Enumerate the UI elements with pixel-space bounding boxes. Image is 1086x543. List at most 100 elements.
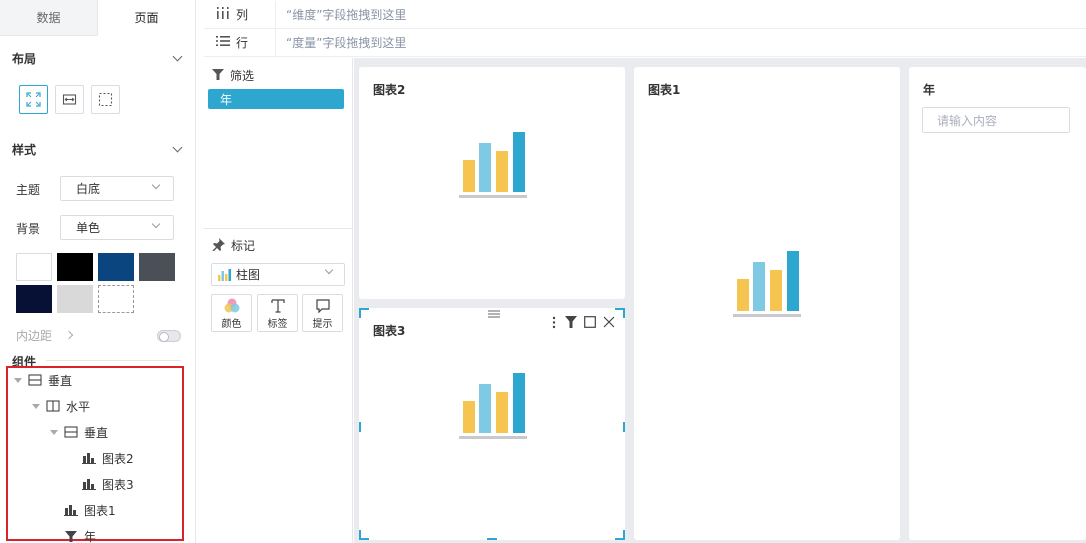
chart1-title: 图表1 bbox=[648, 83, 681, 97]
chart2-title: 图表2 bbox=[373, 83, 406, 97]
chart3-card[interactable]: 图表3 bbox=[359, 308, 625, 540]
rows-label: 行 bbox=[236, 36, 249, 50]
bar-chart-icon bbox=[82, 452, 96, 464]
background-label: 背景 bbox=[16, 222, 41, 236]
resize-handle[interactable] bbox=[623, 422, 625, 432]
columns-shelf[interactable]: 列 “维度”字段拖拽到这里 bbox=[204, 1, 1086, 29]
year-filter-input[interactable]: 请输入内容 bbox=[922, 107, 1070, 133]
swatch-black[interactable] bbox=[57, 253, 93, 281]
swatch-navy[interactable] bbox=[98, 253, 134, 281]
caret-down-icon[interactable] bbox=[14, 377, 22, 383]
layout-fit-width-button[interactable] bbox=[55, 85, 84, 114]
layout-fit-button[interactable] bbox=[19, 85, 48, 114]
left-panel: 数据 页面 布局 样式 主题 白底 背景 单色 内边距 组件 垂直 水平 垂直 … bbox=[0, 0, 196, 543]
resize-handle[interactable] bbox=[487, 538, 497, 540]
chevron-right-icon[interactable] bbox=[64, 330, 74, 340]
chevron-down-icon bbox=[151, 219, 161, 229]
resize-handle[interactable] bbox=[359, 422, 361, 432]
dashed-frame-icon bbox=[98, 92, 113, 107]
speech-bubble-icon bbox=[315, 297, 331, 315]
columns-drop-hint: “维度”字段拖拽到这里 bbox=[286, 8, 407, 22]
caret-down-icon[interactable] bbox=[32, 403, 40, 409]
columns-label: 列 bbox=[236, 8, 249, 22]
tree-node-label: 图表3 bbox=[102, 477, 134, 492]
tree-node-chart3[interactable]: 图表3 bbox=[82, 474, 134, 494]
chart-type-value: 柱图 bbox=[236, 268, 261, 282]
style-title: 样式 bbox=[12, 142, 37, 157]
app: 数据 页面 布局 样式 主题 白底 背景 单色 内边距 组件 垂直 水平 垂直 … bbox=[0, 0, 1086, 543]
chart-type-select[interactable]: 柱图 bbox=[211, 263, 345, 286]
tree-node-vertical-child[interactable]: 垂直 bbox=[50, 422, 108, 442]
theme-select[interactable]: 白底 bbox=[60, 176, 174, 201]
background-value: 单色 bbox=[76, 221, 101, 235]
filter-icon bbox=[64, 530, 78, 542]
bar-chart-icon bbox=[64, 504, 78, 516]
bar-chart-placeholder-icon bbox=[459, 132, 527, 198]
bar-chart-placeholder-icon bbox=[459, 373, 527, 439]
text-icon bbox=[270, 297, 286, 315]
rows-shelf[interactable]: 行 “度量”字段拖拽到这里 bbox=[204, 29, 1086, 57]
layout-section-header[interactable]: 布局 bbox=[12, 49, 183, 67]
tree-node-label: 水平 bbox=[66, 399, 91, 414]
chevron-down-icon bbox=[172, 51, 183, 61]
swatch-custom[interactable] bbox=[98, 285, 134, 313]
tree-node-label: 图表1 bbox=[84, 503, 116, 518]
swatch-midnight[interactable] bbox=[16, 285, 52, 313]
resize-handle[interactable] bbox=[359, 530, 369, 540]
divider bbox=[46, 360, 181, 361]
pin-icon bbox=[212, 237, 225, 254]
tree-node-horizontal[interactable]: 水平 bbox=[32, 396, 90, 416]
columns-icon bbox=[216, 7, 230, 22]
dashboard-canvas: 图表2 图表3 图表1 年 请输入内容 bbox=[354, 58, 1086, 543]
horizontal-layout-icon bbox=[46, 400, 60, 412]
panel-tabs: 数据 页面 bbox=[0, 0, 195, 36]
tooltip-button[interactable]: 提示 bbox=[302, 294, 343, 332]
tab-page[interactable]: 页面 bbox=[97, 0, 195, 36]
chart3-title: 图表3 bbox=[373, 324, 406, 338]
bar-chart-placeholder-icon bbox=[733, 251, 801, 317]
color-palette-icon bbox=[223, 297, 241, 315]
padding-label: 内边距 bbox=[16, 329, 53, 343]
year-filter-title: 年 bbox=[923, 83, 936, 97]
tree-node-label: 图表2 bbox=[102, 451, 134, 466]
padding-toggle[interactable] bbox=[157, 330, 181, 342]
chevron-down-icon bbox=[172, 142, 183, 152]
swatch-white[interactable] bbox=[16, 253, 52, 281]
swatch-gray-dark[interactable] bbox=[139, 253, 175, 281]
resize-handle[interactable] bbox=[615, 530, 625, 540]
tree-node-year-filter[interactable]: 年 bbox=[64, 526, 96, 543]
filter-icon[interactable] bbox=[564, 315, 578, 329]
tree-node-chart2[interactable]: 图表2 bbox=[82, 448, 134, 468]
drag-handle-icon[interactable] bbox=[487, 309, 501, 319]
tab-data[interactable]: 数据 bbox=[0, 0, 97, 36]
more-options-icon[interactable] bbox=[547, 315, 561, 329]
year-filter-chip[interactable]: 年 bbox=[208, 89, 344, 109]
swatch-gray-light[interactable] bbox=[57, 285, 93, 313]
resize-handle[interactable] bbox=[615, 308, 625, 318]
tree-node-vertical-root[interactable]: 垂直 bbox=[14, 370, 72, 390]
year-filter-card[interactable]: 年 请输入内容 bbox=[909, 67, 1086, 540]
tree-node-label: 垂直 bbox=[84, 425, 109, 440]
filter-marks-panel: 筛选 年 标记 柱图 颜色 标签 提示 bbox=[204, 58, 353, 543]
vertical-layout-icon bbox=[28, 374, 42, 386]
layout-free-button[interactable] bbox=[91, 85, 120, 114]
caret-down-icon[interactable] bbox=[50, 429, 58, 435]
filter-section-title: 筛选 bbox=[212, 67, 254, 84]
filter-title: 筛选 bbox=[230, 69, 255, 83]
resize-handle[interactable] bbox=[359, 308, 369, 318]
label-button-label: 标签 bbox=[267, 318, 288, 330]
close-icon[interactable] bbox=[602, 315, 616, 329]
tree-node-chart1[interactable]: 图表1 bbox=[64, 500, 116, 520]
color-button[interactable]: 颜色 bbox=[211, 294, 252, 332]
chevron-down-icon bbox=[324, 265, 334, 275]
rows-shelf-label: 行 bbox=[204, 29, 276, 56]
chart1-card[interactable]: 图表1 bbox=[634, 67, 900, 540]
label-button[interactable]: 标签 bbox=[257, 294, 298, 332]
chart2-card[interactable]: 图表2 bbox=[359, 67, 625, 299]
color-button-label: 颜色 bbox=[221, 318, 242, 330]
background-select[interactable]: 单色 bbox=[60, 215, 174, 240]
tree-node-label: 垂直 bbox=[48, 373, 73, 388]
style-section-header[interactable]: 样式 bbox=[12, 140, 183, 158]
maximize-icon[interactable] bbox=[583, 315, 597, 329]
theme-label: 主题 bbox=[16, 183, 41, 197]
